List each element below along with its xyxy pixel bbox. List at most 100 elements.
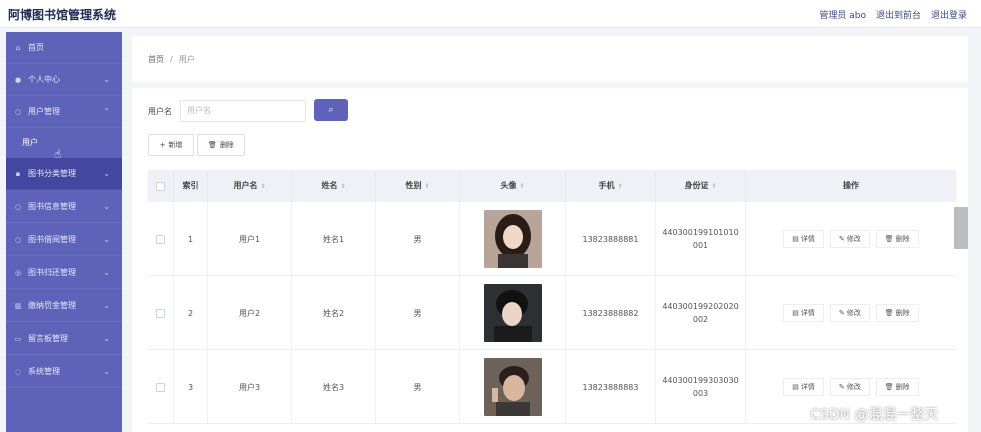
chevron-up-icon: ⌃ (103, 107, 110, 116)
delete-button[interactable]: 🗑 删除 (197, 134, 245, 156)
header-name[interactable]: 姓名 ⇕ (292, 170, 376, 202)
content-card: 用户名 用户名 ⌕ + 新增 🗑 删除 索引 用户名 ⇕ 姓名 ⇕ 性别 ⇕ 头像 ⇕ … (132, 88, 968, 432)
header-username[interactable]: 用户名 ⇕ (208, 170, 292, 202)
info-icon: ○ (14, 202, 22, 211)
sidebar-item-label: 用户管理 (28, 107, 60, 116)
cell-username: 用户3 (208, 350, 292, 424)
plus-icon: + (159, 141, 166, 149)
idcard-text: 440300199303030003 (662, 376, 739, 398)
breadcrumb-current: 用户 (178, 54, 195, 64)
avatar-image (483, 358, 542, 416)
detail-button[interactable]: ▤ 详情 (783, 230, 824, 248)
trash-icon: 🗑 (884, 309, 894, 317)
header-idcard[interactable]: 身份证 ⇕ (656, 170, 746, 202)
return-icon: ◎ (14, 268, 22, 277)
top-bar: 阿博图书馆管理系统 管理员 abo 退出到前台 退出登录 (0, 0, 981, 28)
user-icon: ● (14, 75, 22, 84)
cell-phone: 13823888882 (566, 276, 656, 350)
chevron-down-icon: ⌄ (103, 75, 110, 84)
exit-to-front-link[interactable]: 退出到前台 (876, 8, 921, 21)
cell-index: 1 (174, 202, 208, 276)
sidebar-item-book-return[interactable]: ◎ 图书归还管理 ⌄ (6, 257, 122, 289)
row-checkbox[interactable] (156, 234, 165, 244)
sidebar-item-label: 缴纳罚金管理 (28, 301, 76, 310)
header-actions: 操作 (843, 181, 859, 190)
breadcrumb-home[interactable]: 首页 (148, 54, 164, 65)
detail-button[interactable]: ▤ 详情 (783, 378, 824, 396)
row-checkbox-cell (148, 202, 174, 276)
sidebar-item-book-category[interactable]: ▪ 图书分类管理 ⌄ (6, 158, 122, 190)
header-gender[interactable]: 性别 ⇕ (376, 170, 460, 202)
cell-index: 3 (174, 350, 208, 424)
edit-icon: ✎ (838, 235, 845, 243)
cell-actions: ▤ 详情 ✎ 修改 🗑 删除 (746, 202, 956, 276)
edit-button[interactable]: ✎ 修改 (829, 378, 870, 396)
sidebar-item-label: 图书借阅管理 (28, 235, 76, 244)
sidebar-item-fine[interactable]: ▥ 缴纳罚金管理 ⌄ (6, 290, 122, 322)
row-checkbox[interactable] (156, 382, 165, 392)
idcard-text: 440300199101010001 (662, 228, 739, 250)
edit-button[interactable]: ✎ 修改 (829, 230, 870, 248)
table-row: 2 用户2 姓名2 男 13823888882 4403001992020200… (148, 276, 956, 350)
sidebar-item-message-board[interactable]: ▭ 留言板管理 ⌄ (6, 323, 122, 355)
sidebar-item-system[interactable]: ◌ 系统管理 ⌄ (6, 356, 122, 388)
search-icon: ⌕ (328, 105, 334, 115)
sidebar-item-label: 图书信息管理 (28, 202, 76, 211)
cell-name: 姓名3 (292, 350, 376, 424)
users-icon: ○ (14, 107, 22, 116)
username-search-input[interactable]: 用户名 (180, 100, 306, 122)
row-delete-button[interactable]: 🗑 删除 (875, 304, 919, 322)
cell-actions: ▤ 详情 ✎ 修改 🗑 删除 (746, 276, 956, 350)
sidebar-subitem-users[interactable]: 用户 (6, 128, 122, 156)
row-delete-button[interactable]: 🗑 删除 (875, 230, 919, 248)
money-icon: ▥ (14, 301, 22, 310)
header-phone[interactable]: 手机 ⇕ (566, 170, 656, 202)
trash-icon: 🗑 (208, 141, 217, 149)
edit-icon: ✎ (838, 309, 845, 317)
row-checkbox-cell (148, 276, 174, 350)
cell-gender: 男 (376, 350, 460, 424)
trash-icon: 🗑 (884, 383, 894, 391)
top-links: 管理员 abo 退出到前台 退出登录 (819, 8, 967, 21)
select-all-checkbox-cell (148, 170, 174, 202)
vertical-scrollbar-thumb[interactable] (954, 207, 968, 249)
admin-link[interactable]: 管理员 abo (819, 8, 866, 21)
logout-link[interactable]: 退出登录 (931, 8, 967, 21)
edit-button[interactable]: ✎ 修改 (829, 304, 870, 322)
cell-idcard: 440300199202020002 (656, 276, 746, 350)
sidebar-item-profile[interactable]: ● 个人中心 ⌄ (6, 64, 122, 96)
sidebar-item-label: 图书分类管理 (28, 169, 76, 178)
select-all-checkbox[interactable] (156, 181, 165, 191)
header-index: 索引 (174, 170, 208, 202)
edit-icon: ✎ (838, 383, 845, 391)
sidebar-item-home[interactable]: ⌂ 首页 (6, 32, 122, 64)
sidebar-item-book-borrow[interactable]: ○ 图书借阅管理 ⌄ (6, 224, 122, 256)
trash-icon: 🗑 (884, 235, 894, 243)
search-label: 用户名 (148, 107, 172, 116)
cell-avatar (460, 276, 566, 350)
sidebar-item-label: 留言板管理 (28, 334, 68, 343)
row-checkbox[interactable] (156, 308, 165, 318)
sidebar-item-label: 个人中心 (28, 75, 60, 84)
sidebar-item-user-management[interactable]: ○ 用户管理 ⌃ (6, 96, 122, 128)
cell-phone: 13823888883 (566, 350, 656, 424)
cell-gender: 男 (376, 276, 460, 350)
detail-button[interactable]: ▤ 详情 (783, 304, 824, 322)
row-delete-button[interactable]: 🗑 删除 (875, 378, 919, 396)
sidebar-item-book-info[interactable]: ○ 图书信息管理 ⌄ (6, 191, 122, 223)
borrow-icon: ○ (14, 235, 22, 244)
table-row: 1 用户1 姓名1 男 13823888881 4403001991010100… (148, 202, 956, 276)
sidebar-subitem-label: 用户 (22, 137, 38, 147)
header-avatar[interactable]: 头像 ⇕ (460, 170, 566, 202)
chevron-down-icon: ⌄ (103, 268, 110, 277)
delete-button-label: 删除 (219, 141, 234, 149)
chevron-down-icon: ⌄ (103, 235, 110, 244)
detail-icon: ▤ (792, 309, 799, 317)
cell-gender: 男 (376, 202, 460, 276)
cell-username: 用户2 (208, 276, 292, 350)
table-header: 索引 用户名 ⇕ 姓名 ⇕ 性别 ⇕ 头像 ⇕ 手机 ⇕ 身份证 ⇕ 操作 (148, 170, 956, 202)
search-button[interactable]: ⌕ (314, 99, 348, 121)
cell-avatar (460, 202, 566, 276)
breadcrumb-separator: / (170, 54, 173, 64)
add-button[interactable]: + 新增 (148, 134, 194, 156)
